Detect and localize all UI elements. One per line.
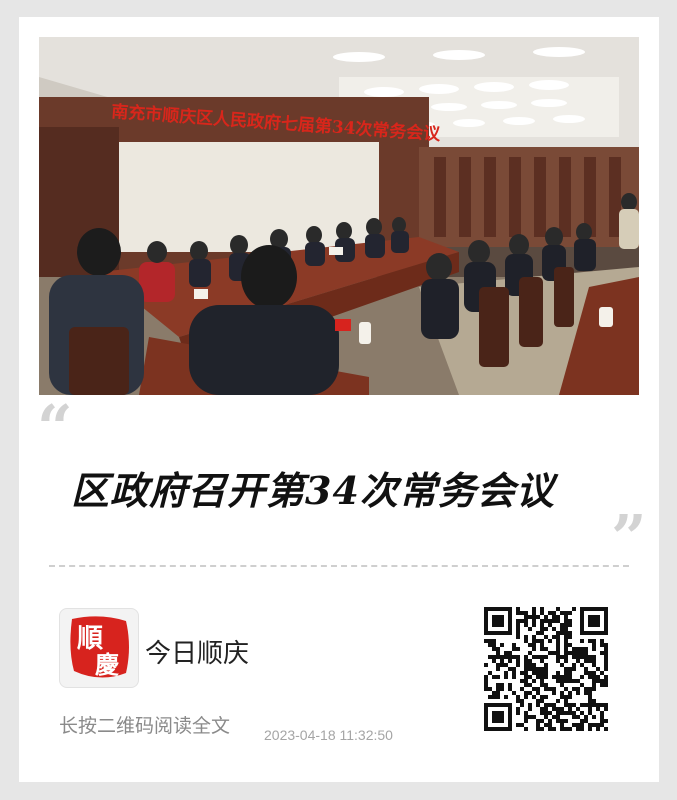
article-photo[interactable]: 南充市顺庆区人民政府七届第34次常务会议 — [39, 37, 639, 395]
long-press-hint: 长按二维码阅读全文 — [59, 715, 231, 737]
account-name[interactable]: 今日顺庆 — [145, 633, 249, 670]
dashed-divider — [49, 565, 629, 567]
qr-code-icon[interactable] — [484, 607, 608, 731]
open-quote-icon: “ — [37, 391, 73, 464]
meeting-photo-illustration: 南充市顺庆区人民政府七届第34次常务会议 — [39, 37, 639, 395]
logo-char-bottom: 慶 — [95, 650, 119, 679]
shunqing-logo-icon[interactable]: 順 慶 — [59, 608, 139, 688]
share-card: 南充市顺庆区人民政府七届第34次常务会议 “ 区政府召开第34次常务会议 ” 順… — [19, 17, 659, 782]
close-quote-icon: ” — [611, 501, 647, 574]
article-headline[interactable]: 区政府召开第34次常务会议 — [71, 460, 631, 515]
timestamp: 2023-04-18 11:32:50 — [264, 727, 393, 743]
